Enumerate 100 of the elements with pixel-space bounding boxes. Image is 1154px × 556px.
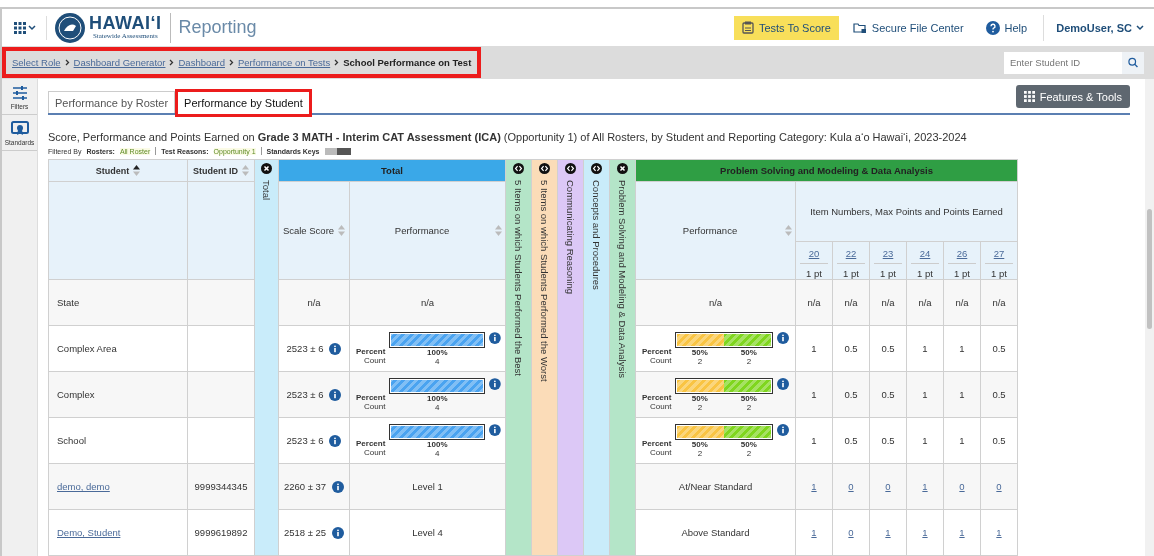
count-value: 2 <box>745 356 753 366</box>
percent-label: Percent <box>642 392 672 402</box>
logo-title: HAWAIʻI <box>89 15 162 32</box>
points-link[interactable]: 1 <box>959 527 965 538</box>
tab[interactable]: Performance by Roster <box>48 91 176 113</box>
performance-level: n/a <box>420 297 435 308</box>
search-icon <box>1128 56 1138 69</box>
app-name: Reporting <box>178 17 257 38</box>
close-icon[interactable] <box>617 163 628 174</box>
item-number-link[interactable]: 26 <box>947 248 977 264</box>
chevron-right-icon <box>64 59 70 66</box>
sliders-icon <box>11 85 28 101</box>
max-points: 1 pt <box>916 268 934 279</box>
chevron-right-icon <box>228 59 234 66</box>
expand-icon[interactable] <box>565 163 576 174</box>
grid-icon <box>14 21 26 34</box>
current-page-link[interactable]: School Performance on Test <box>343 57 472 68</box>
table-cell: 0.5 <box>980 371 1018 418</box>
count-value: 4 <box>434 402 441 412</box>
user-menu-button[interactable]: DemoUser, SC <box>1043 14 1144 41</box>
column-label: Communicating Reasoning <box>565 180 576 295</box>
scale-score: 2518 ± 25 <box>283 527 327 538</box>
chevron-down-icon <box>1136 24 1144 31</box>
table-cell: 1 <box>906 325 944 372</box>
table-cell: Complex <box>48 371 188 418</box>
performance-level: n/a <box>708 297 723 308</box>
close-icon[interactable] <box>261 163 272 174</box>
student-link[interactable]: demo, demo <box>57 481 110 492</box>
grid-icon <box>1023 91 1035 102</box>
header-action-button[interactable]: Help <box>977 15 1036 40</box>
column-header[interactable]: Performance <box>635 181 796 280</box>
header-action-button[interactable]: Tests To Score <box>733 15 839 40</box>
expand-icon[interactable] <box>513 163 524 174</box>
points-link[interactable]: 1 <box>922 481 928 492</box>
column-label: 5 Items on which Students Performed the Best <box>513 180 524 376</box>
table-cell: 9999344345 <box>187 463 255 510</box>
sort-icon[interactable] <box>133 165 141 176</box>
info-icon[interactable] <box>329 342 342 355</box>
info-icon[interactable] <box>777 377 790 390</box>
scale-score: n/a <box>307 297 321 308</box>
info-icon[interactable] <box>489 331 501 344</box>
tab[interactable]: Performance by Student <box>175 89 312 117</box>
item-number-link[interactable]: 24 <box>910 248 940 264</box>
percent-label: Percent <box>356 346 386 356</box>
info-icon[interactable] <box>332 526 345 539</box>
points-link[interactable]: 1 <box>811 527 817 538</box>
breadcrumb-link[interactable]: Select Role <box>12 57 61 68</box>
table-cell: 0.5 <box>869 371 907 418</box>
column-header[interactable]: Scale Score <box>278 181 350 280</box>
info-icon[interactable] <box>329 388 342 401</box>
seal-logo <box>55 12 85 43</box>
breadcrumb-link[interactable]: Dashboard Generator <box>73 57 166 68</box>
item-number-link[interactable]: 22 <box>836 248 866 264</box>
points-link[interactable]: 0 <box>848 527 854 538</box>
points-link[interactable]: 1 <box>885 527 891 538</box>
percent-value: 50% <box>739 439 758 449</box>
table-cell: 1 <box>906 371 944 418</box>
points-link[interactable]: 1 <box>922 527 928 538</box>
percent-value: 50% <box>690 347 709 357</box>
help-icon <box>985 20 1000 35</box>
folder-lock-icon <box>852 21 867 34</box>
points-link[interactable]: 0 <box>996 481 1002 492</box>
percent-value: 50% <box>690 439 709 449</box>
breadcrumb-link[interactable]: Dashboard <box>178 57 225 68</box>
table-cell: n/a <box>795 279 833 326</box>
info-icon[interactable] <box>777 423 790 436</box>
item-number-link[interactable]: 27 <box>984 248 1014 264</box>
info-icon[interactable] <box>489 377 501 390</box>
points-link[interactable]: 0 <box>848 481 854 492</box>
header-action-button[interactable]: Secure File Center <box>844 15 972 40</box>
column-header[interactable]: Student ID <box>187 159 255 182</box>
apps-menu-button[interactable] <box>14 15 47 40</box>
table-cell: 0.5 <box>980 325 1018 372</box>
scrollbar[interactable] <box>1145 79 1154 556</box>
column-header[interactable]: Student <box>48 159 188 182</box>
search-field[interactable]: Enter Student ID <box>1004 51 1122 74</box>
expand-icon[interactable] <box>539 163 550 174</box>
student-link[interactable]: Demo, Student <box>57 527 121 538</box>
info-icon[interactable] <box>777 331 790 344</box>
points-link[interactable]: 1 <box>811 481 817 492</box>
percent-label: Percent <box>642 438 672 448</box>
points-link[interactable]: 0 <box>885 481 891 492</box>
item-number-link[interactable]: 20 <box>799 248 829 264</box>
search-button[interactable] <box>1122 51 1144 74</box>
features-tools-button[interactable]: Features & Tools <box>1015 85 1130 108</box>
breadcrumb-link[interactable]: Performance on Tests <box>237 57 331 68</box>
points-link[interactable]: 0 <box>959 481 965 492</box>
info-icon[interactable] <box>329 434 342 447</box>
table-cell: 1 <box>943 325 981 372</box>
standards-keys-toggle[interactable] <box>324 147 351 155</box>
max-points: 1 pt <box>805 268 823 279</box>
item-number-link[interactable]: 23 <box>873 248 903 264</box>
scale-score: 2523 ± 6 <box>286 389 324 400</box>
column-header[interactable]: Performance <box>349 181 506 280</box>
expand-icon[interactable] <box>591 163 602 174</box>
info-icon[interactable] <box>332 480 345 493</box>
info-icon[interactable] <box>489 423 501 436</box>
percent-value: 50% <box>690 393 709 403</box>
points-link[interactable]: 1 <box>996 527 1002 538</box>
table-cell: 1 <box>906 417 944 464</box>
